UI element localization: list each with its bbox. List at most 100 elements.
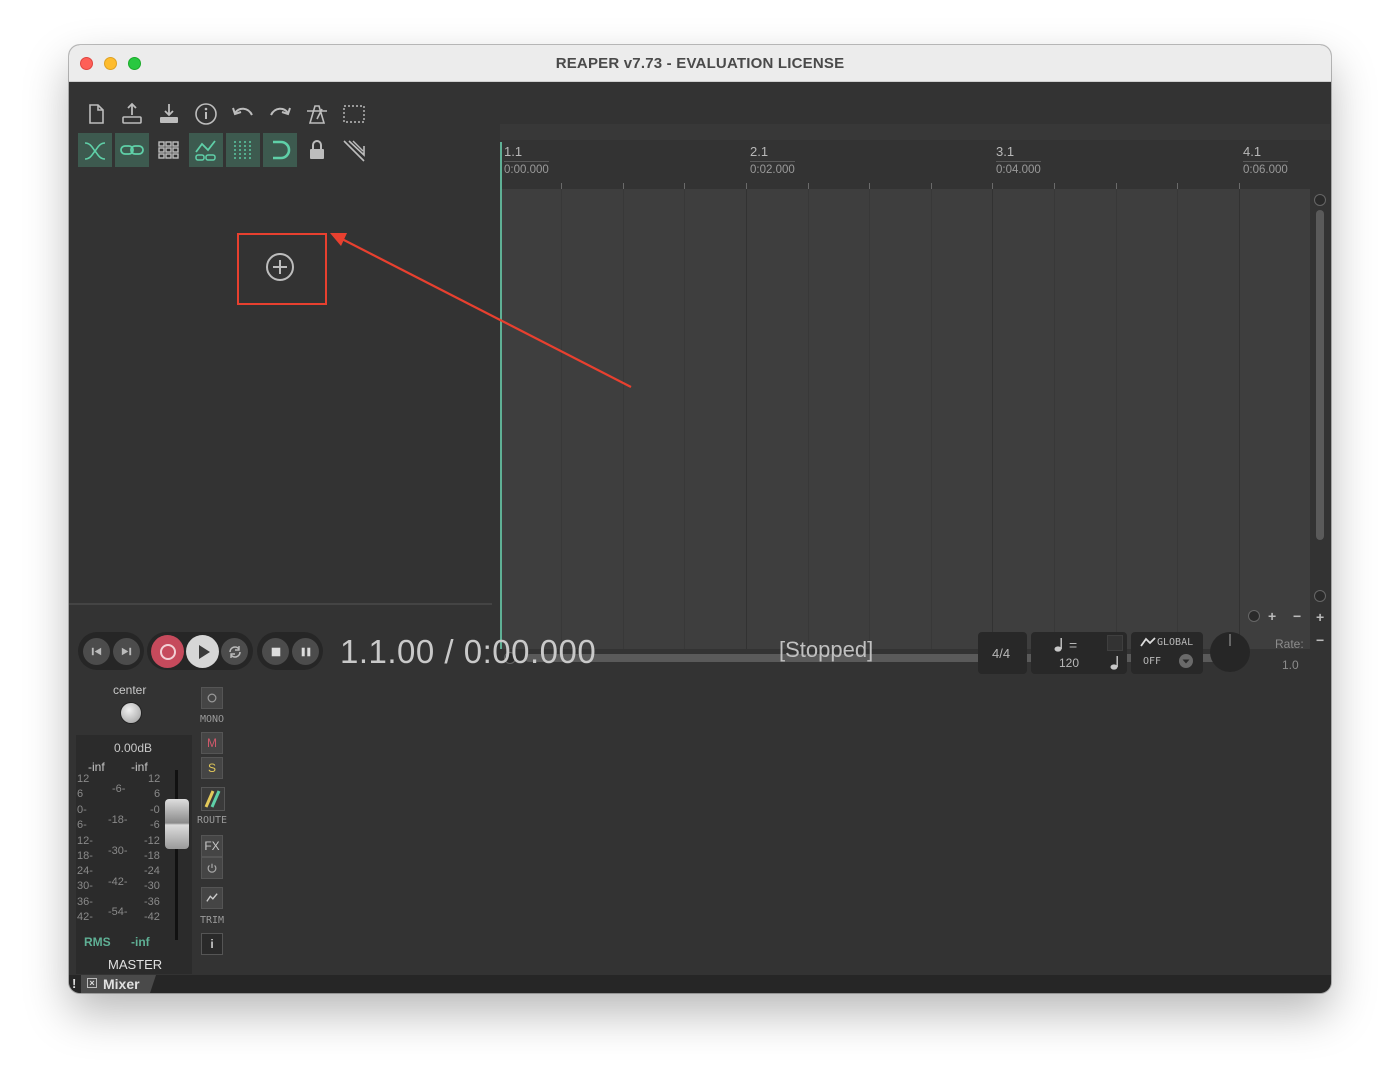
highlight-box [237, 233, 327, 305]
metronome-icon[interactable] [300, 97, 334, 131]
trim-label[interactable]: TRIM [193, 915, 231, 926]
arrange-view[interactable]: 1.1 0:00.000 2.1 0:02.000 3.1 0:04.000 4.1 0… [500, 82, 1331, 664]
volume-fader-track[interactable] [175, 770, 178, 940]
pause-icon [301, 647, 310, 656]
record-button[interactable] [151, 635, 184, 668]
record-icon [159, 643, 176, 660]
ruler-mark: 3.1 0:04.000 [996, 144, 1041, 176]
ruler-mark: 1.1 0:00.000 [504, 144, 549, 176]
go-to-end-button[interactable] [113, 638, 140, 665]
docker-tab-bar: ! × Mixer [69, 975, 1331, 993]
tempo-tap-button[interactable] [1107, 635, 1123, 651]
position-display[interactable]: 1.1.00 / 0:00.000 [340, 633, 596, 671]
go-to-start-button[interactable] [83, 638, 110, 665]
close-docker-icon[interactable]: × [87, 978, 97, 988]
vertical-scroll-thumb[interactable] [1316, 210, 1324, 540]
envelope-icon [206, 893, 218, 902]
item-grouping-icon[interactable] [152, 133, 186, 167]
ruler-mark: 4.1 0:06.000 [1243, 144, 1288, 176]
scroll-up-button[interactable] [1314, 194, 1326, 206]
playrate-knob[interactable] [1210, 632, 1250, 672]
repeat-icon [228, 645, 241, 658]
auto-crossfade-icon[interactable] [78, 133, 112, 167]
track-area[interactable] [500, 189, 1310, 649]
skip-forward-icon [121, 647, 132, 656]
power-icon [207, 863, 217, 873]
link-items-icon[interactable] [115, 133, 149, 167]
undo-icon[interactable] [226, 97, 260, 131]
global-automation-box[interactable]: GLOBAL OFF [1131, 632, 1203, 674]
rms-value: -inf [131, 935, 150, 949]
phase-icon [207, 693, 217, 703]
rms-label: RMS [84, 935, 111, 949]
mono-label[interactable]: MONO [193, 714, 231, 725]
transport-play-group [147, 632, 253, 670]
ripple-editing-icon[interactable] [263, 133, 297, 167]
zoom-in-horizontal-icon[interactable]: + [1268, 609, 1276, 623]
new-project-icon[interactable] [78, 97, 112, 131]
marker-lane[interactable] [500, 124, 1330, 140]
dropdown-icon[interactable] [1179, 654, 1193, 668]
lock-icon[interactable] [300, 133, 334, 167]
redo-icon[interactable] [263, 97, 297, 131]
snap-grid-icon[interactable] [226, 133, 260, 167]
pan-label: center [113, 683, 147, 697]
save-project-icon[interactable] [152, 97, 186, 131]
pause-button[interactable] [292, 638, 319, 665]
grid-toggle-icon[interactable] [337, 97, 371, 131]
info-button[interactable]: i [201, 933, 223, 955]
title-bar: REAPER v7.73 - EVALUATION LICENSE [69, 45, 1331, 82]
edit-cursor[interactable] [500, 142, 502, 649]
fx-button[interactable]: FX [201, 835, 223, 857]
scroll-down-button[interactable] [1314, 590, 1326, 602]
volume-fader-handle[interactable] [165, 799, 189, 849]
transport-nav-group [78, 632, 144, 670]
mixer-panel: center 0.00dB -inf -inf 12 6 0- 6- 12- 1… [69, 683, 1331, 975]
quarter-note-icon [1054, 638, 1062, 652]
automation-icon [1140, 637, 1156, 647]
skip-back-icon [91, 647, 102, 656]
repeat-button[interactable] [221, 638, 248, 665]
docker-options[interactable]: ! [72, 976, 76, 991]
route-icon [204, 790, 221, 808]
vertical-scrollbar[interactable] [1313, 190, 1327, 610]
route-label[interactable]: ROUTE [193, 815, 231, 826]
cursor-move-icon[interactable] [337, 133, 371, 167]
scroll-right-button[interactable] [1248, 610, 1260, 622]
solo-button[interactable]: S [201, 757, 223, 779]
play-icon [198, 644, 210, 659]
open-project-icon[interactable] [115, 97, 149, 131]
rate-value[interactable]: 1.0 [1282, 658, 1299, 672]
ruler-mark: 2.1 0:02.000 [750, 144, 795, 176]
zoom-in-vertical-icon[interactable]: + [1316, 610, 1324, 624]
time-signature-box[interactable]: 4/4 [978, 632, 1027, 674]
fx-bypass-button[interactable] [201, 857, 223, 879]
peak-left[interactable]: -inf [88, 760, 105, 774]
mute-button[interactable]: M [201, 732, 223, 754]
mixer-tab[interactable]: × Mixer [81, 975, 156, 993]
pan-knob[interactable] [120, 702, 142, 724]
volume-readout[interactable]: 0.00dB [114, 741, 152, 755]
transport-stop-group [257, 632, 323, 670]
reaper-window: REAPER v7.73 - EVALUATION LICENSE 1.1 0:… [69, 45, 1331, 993]
rate-label: Rate: [1275, 637, 1304, 651]
note-icon[interactable] [1110, 655, 1120, 671]
phase-button[interactable] [201, 687, 223, 709]
route-button[interactable] [201, 787, 225, 811]
track-control-panel [69, 82, 501, 604]
play-button[interactable] [186, 635, 219, 668]
stop-button[interactable] [262, 638, 289, 665]
timeline-ruler[interactable]: 1.1 0:00.000 2.1 0:02.000 3.1 0:04.000 4.1 0… [500, 140, 1310, 189]
stop-icon [271, 647, 280, 656]
peak-right[interactable]: -inf [131, 760, 148, 774]
envelope-button[interactable] [201, 887, 223, 909]
zoom-out-horizontal-icon[interactable]: − [1293, 609, 1301, 623]
tempo-box[interactable]: = 120 [1031, 632, 1127, 674]
tcp-divider [69, 603, 492, 605]
playback-status: [Stopped] [779, 637, 874, 662]
track-name[interactable]: MASTER [108, 957, 162, 972]
envelope-follow-icon[interactable] [189, 133, 223, 167]
window-title: REAPER v7.73 - EVALUATION LICENSE [555, 55, 845, 72]
project-settings-icon[interactable] [189, 97, 223, 131]
transport-bar: 1.1.00 / 0:00.000 [Stopped] 4/4 = 120 GL… [69, 629, 1331, 685]
